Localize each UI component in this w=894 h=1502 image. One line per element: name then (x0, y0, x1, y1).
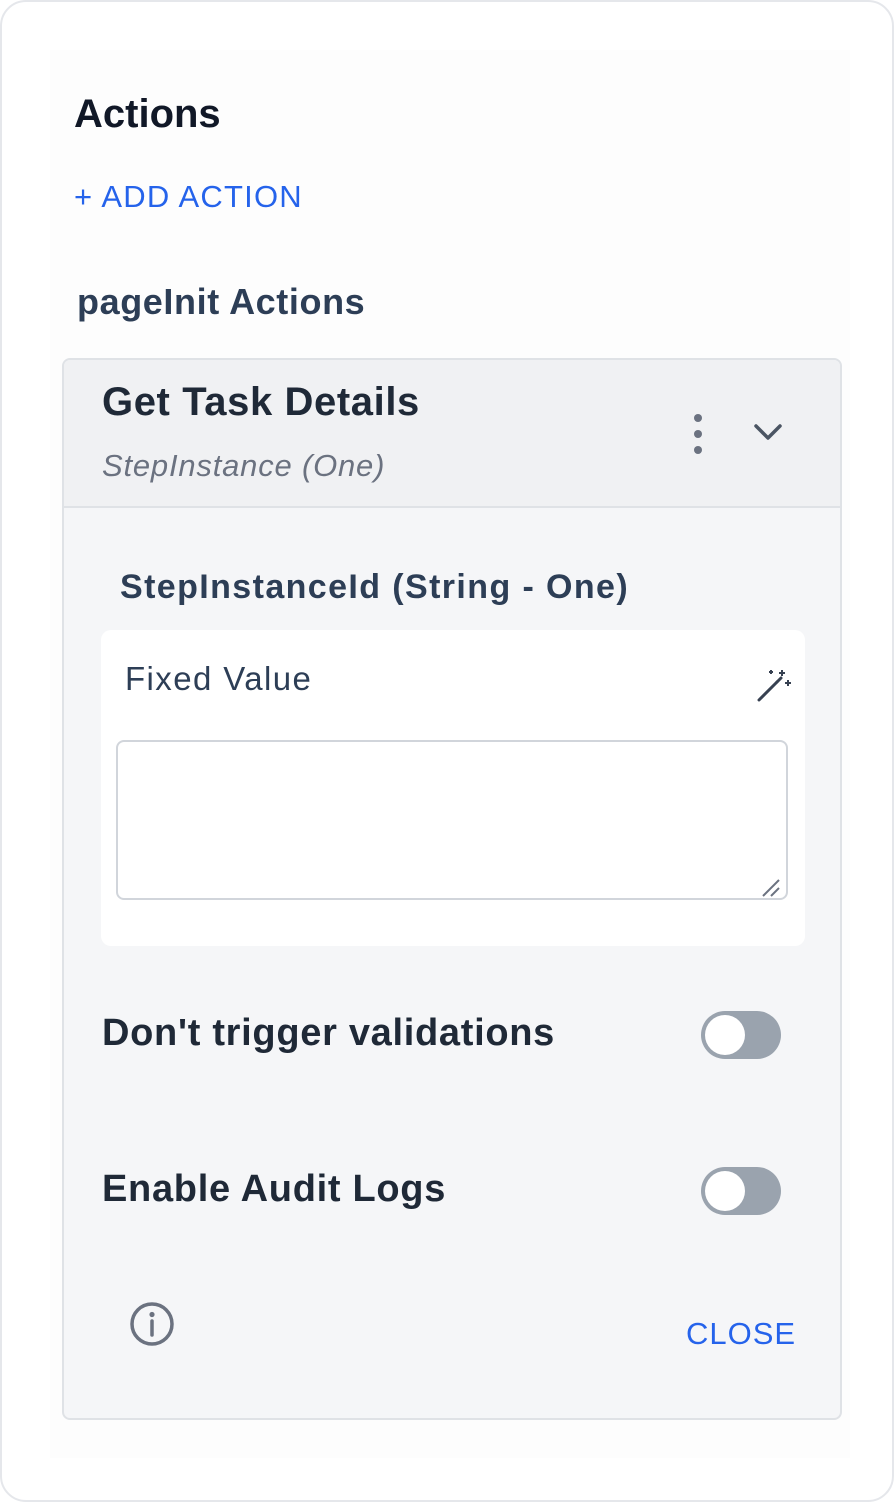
fixed-value-input[interactable] (116, 740, 788, 900)
dont-trigger-validations-toggle[interactable] (701, 1011, 781, 1059)
enable-audit-logs-toggle[interactable] (701, 1167, 781, 1215)
action-group-title: pageInit Actions (77, 281, 366, 322)
dont-trigger-validations-label: Don't trigger validations (102, 1012, 556, 1054)
parameter-value-box: Fixed Value (101, 630, 805, 946)
action-card-header[interactable]: Get Task Details StepInstance (One) (64, 360, 840, 508)
magic-wand-icon[interactable] (753, 666, 793, 706)
more-vertical-icon[interactable] (684, 412, 712, 456)
toggle-knob (705, 1171, 745, 1211)
actions-panel: Actions + ADD ACTION pageInit Actions Ge… (0, 0, 894, 1502)
action-card: Get Task Details StepInstance (One) Step… (62, 358, 842, 1420)
section-title: Actions (74, 92, 221, 136)
parameter-label: StepInstanceId (String - One) (120, 568, 630, 606)
info-icon[interactable] (128, 1300, 176, 1348)
toggle-knob (705, 1015, 745, 1055)
chevron-down-icon[interactable] (748, 416, 788, 450)
add-action-button[interactable]: + ADD ACTION (74, 179, 303, 215)
close-button[interactable]: CLOSE (686, 1316, 796, 1352)
action-card-subtitle: StepInstance (One) (102, 448, 386, 483)
value-mode-label: Fixed Value (125, 660, 313, 697)
action-card-title: Get Task Details (102, 380, 420, 424)
enable-audit-logs-label: Enable Audit Logs (102, 1168, 447, 1210)
